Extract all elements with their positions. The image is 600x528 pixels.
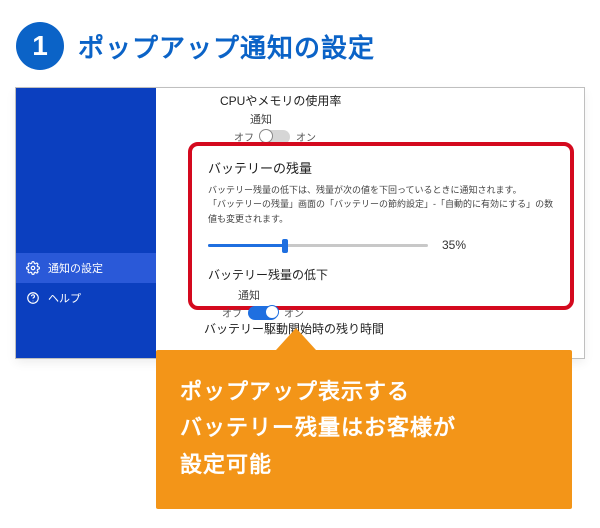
content-area: CPUやメモリの使用率 通知 オフ オン バッテリーの残量 バッテリー残量の低下… (156, 88, 584, 358)
battery-low-notif-label: 通知 (238, 287, 554, 303)
section-battery-boot-time: バッテリー駆動開始時の残り時間 (204, 320, 572, 337)
sidebar-item-notification-settings[interactable]: 通知の設定 (16, 253, 156, 283)
callout-bubble: ポップアップ表示する バッテリー残量はお客様が 設定可能 (156, 350, 572, 509)
gear-icon (26, 261, 40, 275)
step-number: 1 (32, 30, 48, 62)
callout-line1: ポップアップ表示する (180, 379, 410, 404)
battery-section-title: バッテリーの残量 (208, 158, 554, 177)
sidebar-item-label: ヘルプ (48, 290, 81, 306)
battery-low-toggle-off-label: オフ (222, 305, 242, 320)
callout-line3: 設定可能 (180, 452, 272, 477)
help-icon (26, 291, 40, 305)
callout-line2: バッテリー残量はお客様が (180, 415, 456, 440)
battery-slider-row: 35% (208, 238, 554, 252)
battery-low-toggle-on-label: オン (284, 305, 304, 320)
sidebar: 通知の設定 ヘルプ (16, 88, 156, 358)
step-title: ポップアップ通知の設定 (78, 28, 375, 65)
battery-desc-line1: バッテリー残量の低下は、残量が次の値を下回っているときに通知されます。 (208, 185, 522, 195)
sidebar-item-help[interactable]: ヘルプ (16, 283, 156, 313)
battery-section-highlight: バッテリーの残量 バッテリー残量の低下は、残量が次の値を下回っているときに通知さ… (188, 142, 574, 310)
settings-screenshot: 通知の設定 ヘルプ CPUやメモリの使用率 通知 オフ オン (16, 88, 584, 358)
battery-low-toggle[interactable] (248, 306, 278, 320)
battery-section-description: バッテリー残量の低下は、残量が次の値を下回っているときに通知されます。 「バッテ… (208, 183, 554, 226)
step-number-badge: 1 (16, 22, 64, 70)
battery-low-subtitle: バッテリー残量の低下 (208, 266, 554, 283)
cpu-section-title: CPUやメモリの使用率 (220, 92, 540, 109)
battery-threshold-value: 35% (442, 238, 466, 252)
cpu-notif-label: 通知 (250, 111, 540, 127)
sidebar-item-label: 通知の設定 (48, 260, 103, 276)
battery-threshold-slider[interactable] (208, 238, 428, 252)
step-header: 1 ポップアップ通知の設定 (0, 0, 600, 88)
battery-desc-line2: 「バッテリーの残量」画面の「バッテリーの節約設定」-「自動的に有効にする」の数値… (208, 199, 553, 223)
battery-low-toggle-row: オフ オン (222, 305, 554, 320)
sidebar-spacer (16, 88, 156, 253)
